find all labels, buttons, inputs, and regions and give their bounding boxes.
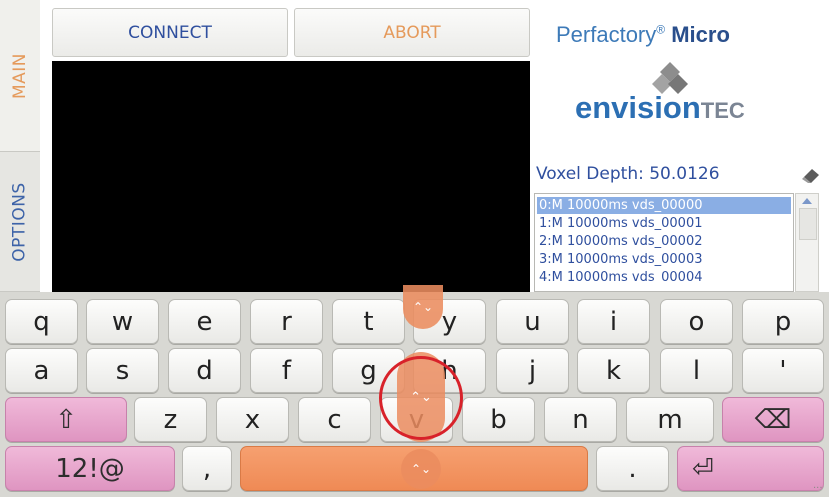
list-item[interactable]: 3:M 10000ms vds_00003 — [537, 251, 791, 268]
layer-list[interactable]: 0:M 10000ms vds_00000 1:M 10000ms vds_00… — [534, 193, 794, 292]
tab-main-label: MAIN — [10, 52, 30, 99]
enter-key[interactable]: ⏎ — [677, 446, 824, 491]
keyboard-top-resize-handle[interactable]: ⌃⌄ — [403, 285, 443, 329]
key-n[interactable]: n — [544, 397, 617, 442]
scroll-thumb[interactable] — [799, 208, 817, 240]
connect-button[interactable]: CONNECT — [52, 8, 288, 57]
resize-arrows-icon: ⌃⌄ — [412, 300, 434, 314]
list-item[interactable]: 1:M 10000ms vds_00001 — [537, 215, 791, 232]
key-k[interactable]: k — [577, 348, 650, 393]
abort-button[interactable]: ABORT — [294, 8, 530, 57]
micro-text: Micro — [671, 22, 730, 47]
preview-viewport — [52, 61, 530, 292]
key-o[interactable]: o — [660, 299, 733, 344]
resize-arrows-icon: ⌃⌄ — [410, 462, 432, 476]
key-x[interactable]: x — [216, 397, 289, 442]
tec-text: TEC — [700, 98, 745, 123]
key-d[interactable]: d — [168, 348, 241, 393]
key-l[interactable]: l — [660, 348, 733, 393]
tab-options[interactable]: OPTIONS — [0, 152, 40, 292]
key-c[interactable]: c — [298, 397, 371, 442]
key-t[interactable]: t — [332, 299, 405, 344]
key-z[interactable]: z — [134, 397, 207, 442]
key-r[interactable]: r — [250, 299, 323, 344]
tab-options-label: OPTIONS — [10, 181, 31, 262]
list-item[interactable]: 4:M 10000ms vds_00004 — [537, 269, 791, 283]
backspace-key[interactable]: ⌫ — [722, 397, 824, 442]
key-apostrophe[interactable]: ' — [742, 348, 824, 393]
scroll-up-icon[interactable] — [802, 198, 812, 204]
highlight-circle-annotation — [379, 356, 463, 440]
layer-list-scrollbar[interactable] — [795, 193, 819, 292]
spacebar-resize-handle[interactable]: ⌃⌄ — [401, 449, 441, 489]
envisiontec-logo-text: envisionTEC — [575, 90, 745, 126]
key-a[interactable]: a — [5, 348, 78, 393]
tab-main[interactable]: MAIN — [0, 0, 40, 152]
eraser-icon[interactable] — [800, 165, 822, 185]
key-j[interactable]: j — [496, 348, 569, 393]
key-f[interactable]: f — [250, 348, 323, 393]
perfactory-text: Perfactory — [556, 22, 657, 47]
envision-text: envision — [575, 90, 701, 125]
key-m[interactable]: m — [626, 397, 714, 442]
key-e[interactable]: e — [168, 299, 241, 344]
symbols-key[interactable]: 12!@ — [5, 446, 175, 491]
registered-mark: ® — [656, 22, 666, 37]
key-p[interactable]: p — [742, 299, 824, 344]
shift-key[interactable]: ⇧ — [5, 397, 127, 442]
list-item[interactable]: 2:M 10000ms vds_00002 — [537, 233, 791, 250]
voxel-depth-label: Voxel Depth: 50.0126 — [536, 164, 720, 184]
perfactory-logo-text: Perfactory® Micro — [556, 22, 730, 48]
key-b[interactable]: b — [462, 397, 535, 442]
key-comma[interactable]: , — [182, 446, 232, 491]
key-u[interactable]: u — [496, 299, 569, 344]
key-q[interactable]: q — [5, 299, 78, 344]
key-s[interactable]: s — [86, 348, 159, 393]
more-indicator: ... — [813, 480, 823, 491]
key-w[interactable]: w — [86, 299, 159, 344]
key-i[interactable]: i — [577, 299, 650, 344]
key-period[interactable]: . — [596, 446, 669, 491]
list-item[interactable]: 0:M 10000ms vds_00000 — [537, 197, 791, 214]
